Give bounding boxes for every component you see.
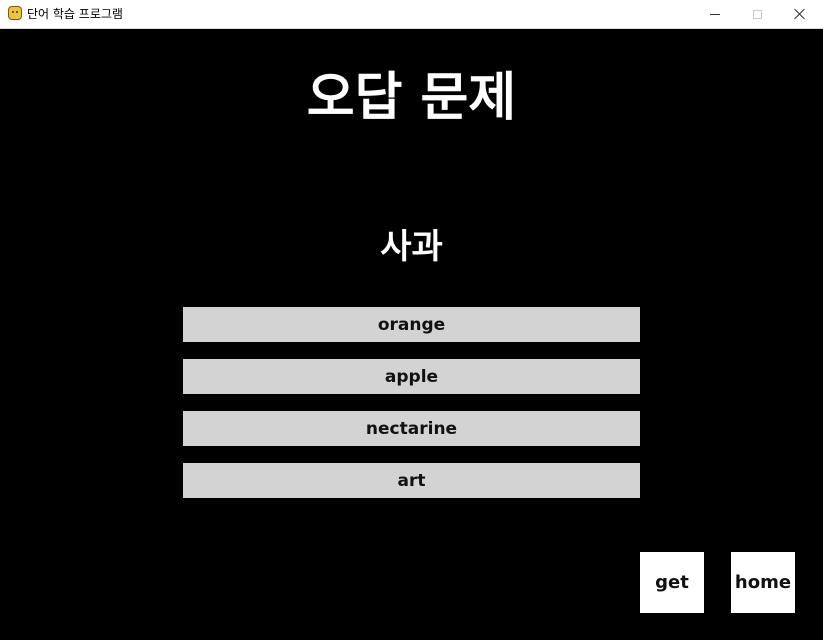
- minimize-button[interactable]: [694, 0, 736, 28]
- question-word: 사과: [380, 227, 443, 267]
- window-title: 단어 학습 프로그램: [27, 7, 123, 21]
- app-window: 단어 학습 프로그램 오답 문제 사과 orange apple nectari…: [0, 0, 823, 640]
- title-bar: 단어 학습 프로그램: [0, 0, 823, 29]
- answer-choice-nectarine[interactable]: nectarine: [183, 411, 640, 446]
- answer-choices: orange apple nectarine art: [183, 307, 640, 515]
- app-icon: [8, 6, 22, 20]
- answer-choice-apple[interactable]: apple: [183, 359, 640, 394]
- get-button[interactable]: get: [640, 552, 704, 613]
- maximize-icon: [752, 9, 762, 19]
- maximize-button[interactable]: [736, 0, 778, 28]
- home-button[interactable]: home: [731, 552, 795, 613]
- minimize-icon: [710, 13, 720, 15]
- page-title: 오답 문제: [306, 68, 517, 128]
- close-icon: [794, 8, 806, 20]
- close-button[interactable]: [779, 0, 821, 28]
- answer-choice-art[interactable]: art: [183, 463, 640, 498]
- answer-choice-orange[interactable]: orange: [183, 307, 640, 342]
